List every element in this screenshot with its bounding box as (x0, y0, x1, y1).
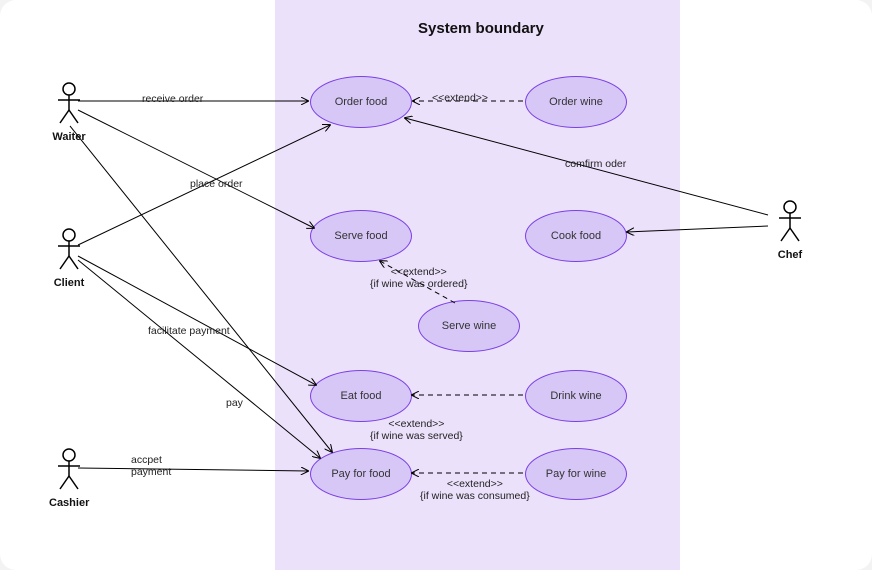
extend-label-serve-wine: <<extend>> {if wine was ordered} (370, 266, 467, 290)
usecase-label: Pay for wine (542, 468, 611, 480)
stickman-icon (58, 228, 80, 270)
usecase-label: Serve food (330, 230, 391, 242)
usecase-label: Order food (331, 96, 392, 108)
usecase-label: Serve wine (438, 320, 500, 332)
actor-cashier: Cashier (49, 448, 89, 509)
usecase-drink-wine: Drink wine (525, 370, 627, 422)
usecase-serve-wine: Serve wine (418, 300, 520, 352)
actor-label: Chef (770, 249, 810, 261)
usecase-label: Eat food (337, 390, 386, 402)
usecase-label: Cook food (547, 230, 605, 242)
usecase-label: Pay for food (327, 468, 394, 480)
actor-waiter: Waiter (49, 82, 89, 143)
stickman-icon (58, 448, 80, 490)
boundary-title: System boundary (418, 20, 544, 37)
extend-label-pay-wine: <<extend>> {if wine was consumed} (420, 478, 530, 502)
usecase-pay-wine: Pay for wine (525, 448, 627, 500)
usecase-order-food: Order food (310, 76, 412, 128)
extend-label-order-wine: <<extend>> (432, 92, 488, 104)
actor-chef: Chef (770, 200, 810, 261)
edge-label-pay: pay (226, 397, 243, 409)
edge-label-place-order: place order (190, 178, 243, 190)
extend-label-drink-wine: <<extend>> {if wine was served} (370, 418, 463, 442)
actor-client: Client (49, 228, 89, 289)
stickman-icon (58, 82, 80, 124)
edge-label-receive-order: receive order (142, 93, 203, 105)
edge-label-facilitate-payment: facilitate payment (148, 325, 230, 337)
usecase-cook-food: Cook food (525, 210, 627, 262)
stickman-icon (779, 200, 801, 242)
actor-label: Waiter (49, 131, 89, 143)
usecase-eat-food: Eat food (310, 370, 412, 422)
usecase-serve-food: Serve food (310, 210, 412, 262)
diagram-canvas: System boundary Waiter Client Ca (0, 0, 872, 570)
usecase-label: Order wine (545, 96, 607, 108)
usecase-pay-food: Pay for food (310, 448, 412, 500)
edge-label-accept-payment: accpet payment (131, 455, 171, 478)
actor-label: Cashier (49, 497, 89, 509)
edge-label-confirm-order: comfirm oder (565, 158, 626, 170)
actor-label: Client (49, 277, 89, 289)
usecase-label: Drink wine (546, 390, 605, 402)
usecase-order-wine: Order wine (525, 76, 627, 128)
